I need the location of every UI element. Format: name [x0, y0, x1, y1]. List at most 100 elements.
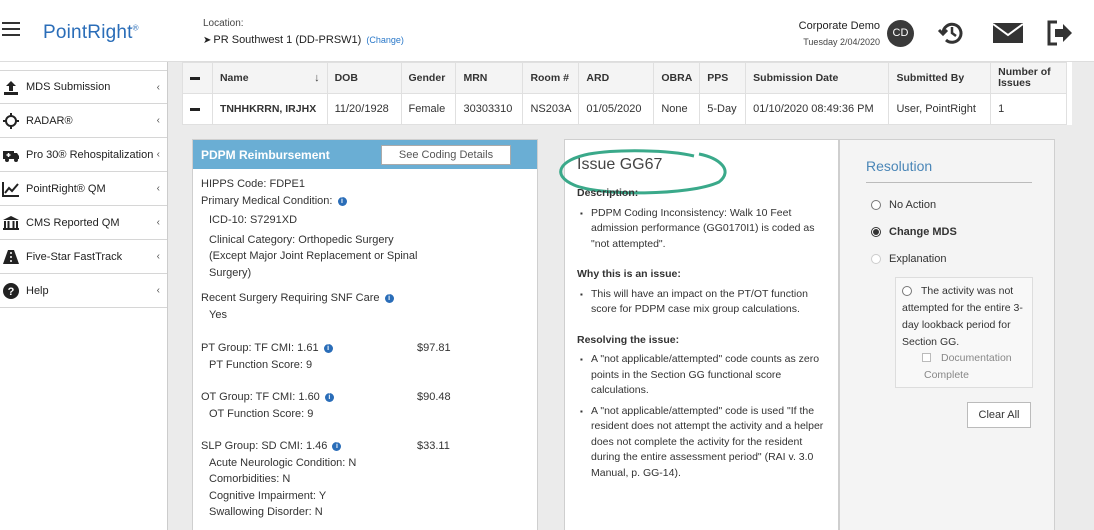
column-header-submitted-by[interactable]: Submitted By — [888, 62, 992, 94]
column-header-pps[interactable]: PPS — [699, 62, 747, 94]
sidebar-item-label: Pro 30® Rehospitalization — [26, 148, 154, 161]
road-icon — [3, 250, 19, 264]
collapse-icon[interactable] — [190, 107, 200, 111]
list-item: Swallowing Disorder: N — [209, 506, 323, 518]
see-coding-details-button[interactable]: See Coding Details — [381, 145, 511, 165]
pointright-logo[interactable]: PointRight® — [43, 22, 139, 44]
sidebar-item-label: CMS Reported QM — [26, 216, 120, 229]
column-header-ard[interactable]: ARD — [578, 62, 655, 94]
ard-link[interactable]: 01/05/2020 — [578, 93, 655, 125]
pt-function-score: PT Function Score: 9 — [209, 358, 313, 371]
collapse-icon[interactable] — [190, 76, 200, 80]
sidebar-item-mds-submission[interactable]: MDS Submission ‹ — [0, 70, 167, 104]
info-icon[interactable]: i — [332, 442, 342, 451]
icd10-code: ICD-10: S7291XD — [209, 214, 298, 226]
radio-selected-icon[interactable] — [871, 227, 881, 237]
ot-group-row: OT Group: TF CMI: 1.60 i $90.48 — [201, 389, 529, 406]
list-item: Comorbidities: N — [209, 473, 291, 485]
ot-amount: $90.48 — [417, 391, 451, 403]
checkbox-label: Documentation Complete — [924, 352, 1012, 381]
info-icon[interactable]: i — [384, 294, 394, 303]
pt-group-row: PT Group: TF CMI: 1.61 i $97.81 — [201, 340, 529, 357]
change-mds-suboptions: The activity was not attempted for the e… — [895, 277, 1033, 388]
sidebar-item-pointright-qm[interactable]: PointRight® QM ‹ — [0, 172, 167, 206]
column-header-mrn[interactable]: MRN — [455, 62, 524, 94]
sidebar-nav: MDS Submission ‹ RADAR® ‹ Pro 30® Rehospit… — [0, 62, 168, 530]
column-header-submission-date[interactable]: Submission Date — [745, 62, 890, 94]
chevron-left-icon: ‹ — [156, 217, 160, 228]
table-row[interactable]: TNHHKRRN, IRJHX 11/20/1928 Female 303033… — [182, 93, 1067, 125]
column-header-gender[interactable]: Gender — [400, 62, 457, 94]
radio-no-action[interactable]: No Action — [871, 199, 936, 211]
primary-condition-label: Primary Medical Condition: i — [201, 193, 529, 210]
table-header-row: Name ↓ DOB Gender MRN Room # ARD OBRA PPS… — [182, 62, 1067, 94]
chevron-left-icon: ‹ — [156, 251, 160, 262]
clear-all-button[interactable]: Clear All — [967, 402, 1031, 428]
sidebar-item-five-star-fasttrack[interactable]: Five-Star FastTrack ‹ — [0, 240, 167, 274]
crosshair-icon — [3, 113, 19, 129]
radio-icon[interactable] — [871, 200, 881, 210]
user-avatar[interactable]: CD — [887, 20, 914, 47]
hamburger-menu-icon[interactable] — [2, 22, 20, 38]
resolution-panel: Resolution No Action Change MDS Explanat… — [839, 139, 1055, 530]
building-icon — [3, 216, 19, 230]
resident-table: Name ↓ DOB Gender MRN Room # ARD OBRA PPS… — [182, 62, 1072, 125]
ambulance-icon — [3, 151, 19, 162]
cell-submitted-by: User, PointRight — [888, 93, 992, 125]
cell-dob: 11/20/1928 — [326, 93, 402, 125]
sidebar-item-radar[interactable]: RADAR® ‹ — [0, 104, 167, 138]
radio-change-mds[interactable]: Change MDS — [871, 226, 957, 238]
issue-panel: Issue GG67 Description: PDPM Coding Inco… — [559, 139, 839, 530]
issue-body: Description: PDPM Coding Inconsistency: … — [577, 186, 829, 481]
radio-explanation[interactable]: Explanation — [871, 253, 947, 265]
chevron-left-icon: ‹ — [156, 115, 160, 126]
radio-icon[interactable] — [871, 254, 881, 264]
collapse-header[interactable] — [182, 62, 213, 94]
resolving-heading: Resolving the issue: — [577, 333, 680, 346]
sub-option-text[interactable]: The activity was not attempted for the e… — [902, 283, 1030, 351]
sidebar-item-cms-reported-qm[interactable]: CMS Reported QM ‹ — [0, 206, 167, 240]
column-header-name[interactable]: Name ↓ — [211, 62, 328, 94]
line-chart-icon — [2, 182, 19, 197]
info-icon[interactable]: i — [323, 344, 333, 353]
cell-mrn: 30303310 — [455, 93, 524, 125]
history-icon[interactable] — [937, 18, 967, 48]
chevron-left-icon: ‹ — [156, 285, 160, 296]
sidebar-item-label: MDS Submission — [26, 81, 111, 93]
location-label: Location: — [203, 18, 244, 29]
row-collapse-cell[interactable] — [182, 93, 213, 125]
sidebar-item-help[interactable]: ? Help ‹ — [0, 274, 167, 308]
change-location-link[interactable]: (Change) — [366, 35, 404, 45]
sort-arrow-icon[interactable]: ↓ — [314, 72, 320, 84]
cell-gender: Female — [400, 93, 457, 125]
column-header-obra[interactable]: OBRA — [653, 62, 701, 94]
resident-name-link[interactable]: TNHHKRRN, IRJHX — [211, 93, 328, 125]
sidebar-item-label: RADAR® — [26, 114, 73, 127]
help-icon: ? — [3, 283, 19, 299]
info-icon[interactable]: i — [324, 393, 334, 402]
column-header-room[interactable]: Room # — [522, 62, 580, 94]
description-text: PDPM Coding Inconsistency: Walk 10 Feet … — [580, 206, 829, 253]
user-name: Corporate Demo — [798, 20, 880, 32]
top-header: PointRight® Location: ➤ PR Southwest 1 (D… — [0, 0, 1094, 62]
resolving-text: A "not applicable/attempted" code counts… — [580, 352, 829, 399]
location-value: ➤ PR Southwest 1 (DD-PRSW1) (Change) — [203, 34, 404, 46]
cell-obra: None — [653, 93, 701, 125]
recent-surgery-value: Yes — [209, 308, 227, 321]
column-header-dob[interactable]: DOB — [326, 62, 402, 94]
clinical-category: Clinical Category: Orthopedic Surgery (E… — [209, 233, 418, 279]
chevron-left-icon: ‹ — [156, 149, 160, 160]
logout-icon[interactable] — [1045, 18, 1075, 48]
mail-icon[interactable] — [992, 18, 1024, 48]
radio-label: Explanation — [889, 253, 947, 265]
info-icon[interactable]: i — [337, 196, 347, 206]
radio-label: Change MDS — [889, 226, 957, 238]
documentation-complete-checkbox[interactable]: Documentation Complete — [922, 350, 1024, 384]
column-header-number-of-issues[interactable]: Number of Issues — [990, 62, 1067, 94]
issue-title: Issue GG67 — [577, 156, 663, 173]
pdpm-panel-header: PDPM Reimbursement See Coding Details — [193, 140, 537, 169]
checkbox-icon[interactable] — [922, 353, 931, 362]
location-arrow-icon: ➤ — [203, 35, 212, 46]
sidebar-item-pro30[interactable]: Pro 30® Rehospitalization ‹ — [0, 138, 167, 172]
cell-room: NS203A — [522, 93, 580, 125]
